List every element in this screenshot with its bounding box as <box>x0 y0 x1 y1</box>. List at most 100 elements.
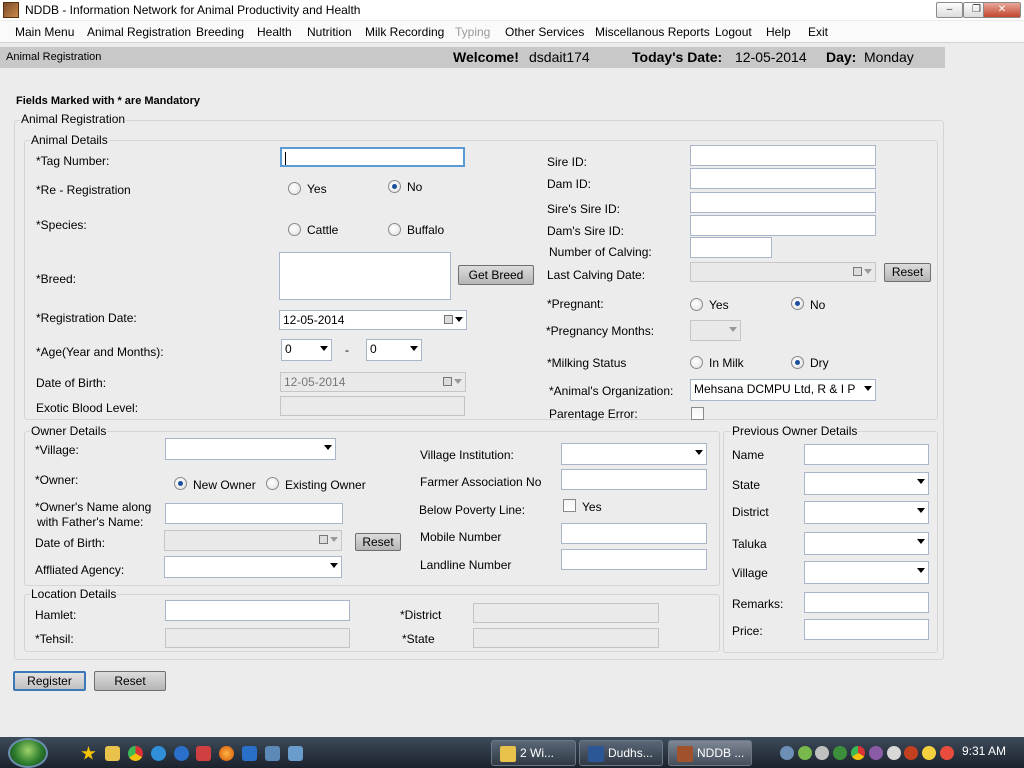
owner-details-title: Owner Details <box>30 424 108 438</box>
menu-exit[interactable]: Exit <box>808 25 828 39</box>
age-months-select[interactable]: 0 <box>366 339 422 361</box>
chrome-icon[interactable] <box>128 746 143 761</box>
internet-explorer-icon[interactable] <box>151 746 166 761</box>
date-of-birth-value: 12-05-2014 <box>284 375 346 389</box>
district-input[interactable] <box>473 603 659 623</box>
village-select[interactable] <box>165 438 336 460</box>
number-of-calving-input[interactable] <box>690 237 772 258</box>
last-calving-date-picker[interactable] <box>690 262 876 282</box>
tray-users-icon[interactable] <box>798 746 812 760</box>
tray-app-icon[interactable] <box>869 746 883 760</box>
menu-typing[interactable]: Typing <box>455 25 490 39</box>
pregnancy-months-select[interactable] <box>690 320 741 341</box>
get-breed-button[interactable]: Get Breed <box>458 265 534 285</box>
minimize-icon[interactable]: – <box>936 2 963 18</box>
dam-id-input[interactable] <box>690 168 876 189</box>
prev-taluka-select[interactable] <box>804 532 929 555</box>
prev-name-input[interactable] <box>804 444 929 465</box>
sad-face-icon[interactable] <box>940 746 954 760</box>
menu-miscellanous-reports[interactable]: Miscellanous Reports <box>595 25 710 39</box>
village-institution-select[interactable] <box>561 443 707 465</box>
tray-alert-icon[interactable] <box>904 746 918 760</box>
menu-breeding[interactable]: Breeding <box>196 25 244 39</box>
dams-sire-id-input[interactable] <box>690 215 876 236</box>
prev-taluka-label: Taluka <box>732 537 767 551</box>
farmer-association-input[interactable] <box>561 469 707 490</box>
species-buffalo-radio[interactable] <box>388 223 401 236</box>
prev-state-select[interactable] <box>804 472 929 495</box>
tray-disk-icon[interactable] <box>815 746 829 760</box>
re-registration-yes-label: Yes <box>307 182 327 196</box>
owner-name-input[interactable] <box>165 503 343 524</box>
existing-owner-radio[interactable] <box>266 477 279 490</box>
prev-price-input[interactable] <box>804 619 929 640</box>
sires-sire-id-label: Sire's Sire ID: <box>547 202 620 216</box>
sires-sire-id-input[interactable] <box>690 192 876 213</box>
folder-icon[interactable] <box>105 746 120 761</box>
close-icon[interactable]: ✕ <box>983 2 1021 18</box>
re-registration-no-label: No <box>407 180 423 194</box>
animals-organization-value: Mehsana DCMPU Ltd, R & I P <box>694 382 856 396</box>
breadcrumb: Animal Registration <box>6 51 102 63</box>
sire-id-input[interactable] <box>690 145 876 166</box>
hamlet-input[interactable] <box>165 600 350 621</box>
registration-date-picker[interactable]: 12-05-2014 <box>279 310 467 330</box>
mobile-number-input[interactable] <box>561 523 707 544</box>
menu-help[interactable]: Help <box>766 25 791 39</box>
tehsil-input[interactable] <box>165 628 350 648</box>
prev-village-select[interactable] <box>804 561 929 584</box>
menu-main-menu[interactable]: Main Menu <box>15 25 74 39</box>
owner-name-label-2: with Father's Name: <box>37 515 144 529</box>
re-registration-no-radio[interactable] <box>388 180 401 193</box>
smiley-icon[interactable] <box>922 746 936 760</box>
taskbar-button-document[interactable]: Dudhs... <box>579 740 663 766</box>
tray-network-icon[interactable] <box>780 746 794 760</box>
pregnant-no-radio[interactable] <box>791 297 804 310</box>
prev-remarks-input[interactable] <box>804 592 929 613</box>
menu-milk-recording[interactable]: Milk Recording <box>365 25 444 39</box>
new-owner-radio[interactable] <box>174 477 187 490</box>
owner-dob-reset-button[interactable]: Reset <box>355 533 401 551</box>
internet-explorer-icon-2[interactable] <box>174 746 189 761</box>
register-button[interactable]: Register <box>13 671 86 691</box>
state-input[interactable] <box>473 628 659 648</box>
species-cattle-radio[interactable] <box>288 223 301 236</box>
tray-speaker-icon[interactable] <box>887 746 901 760</box>
network-icon[interactable] <box>288 746 303 761</box>
animals-organization-select[interactable]: Mehsana DCMPU Ltd, R & I P <box>690 379 876 401</box>
pregnancy-months-label: *Pregnancy Months: <box>546 324 655 338</box>
below-poverty-line-checkbox[interactable] <box>563 499 576 512</box>
milking-dry-radio[interactable] <box>791 356 804 369</box>
age-years-select[interactable]: 0 <box>281 339 332 361</box>
tray-chrome-icon[interactable] <box>851 746 865 760</box>
landline-number-input[interactable] <box>561 549 707 570</box>
parentage-error-checkbox[interactable] <box>691 407 704 420</box>
taskbar-button-nddb[interactable]: NDDB ... <box>668 740 752 766</box>
reset-button[interactable]: Reset <box>94 671 166 691</box>
desktop-icon[interactable] <box>265 746 280 761</box>
start-button-icon[interactable] <box>8 738 48 768</box>
menu-nutrition[interactable]: Nutrition <box>307 25 352 39</box>
breed-textarea[interactable] <box>279 252 451 300</box>
menu-logout[interactable]: Logout <box>715 25 752 39</box>
milking-in-milk-radio[interactable] <box>690 356 703 369</box>
media-icon[interactable] <box>196 746 211 761</box>
chevron-down-icon <box>695 450 703 455</box>
menu-animal-registration[interactable]: Animal Registration <box>87 25 191 39</box>
menu-health[interactable]: Health <box>257 25 292 39</box>
pregnant-yes-radio[interactable] <box>690 298 703 311</box>
owner-dob-picker[interactable] <box>164 530 342 551</box>
tag-number-input[interactable] <box>280 147 465 167</box>
exotic-blood-input[interactable] <box>280 396 465 416</box>
last-calving-reset-button[interactable]: Reset <box>884 263 931 282</box>
menu-other-services[interactable]: Other Services <box>505 25 584 39</box>
re-registration-yes-radio[interactable] <box>288 182 301 195</box>
media-player-icon[interactable] <box>242 746 257 761</box>
tray-refresh-icon[interactable] <box>833 746 847 760</box>
date-of-birth-picker[interactable]: 12-05-2014 <box>280 372 466 392</box>
prev-district-select[interactable] <box>804 501 929 524</box>
affiliated-agency-select[interactable] <box>164 556 342 578</box>
star-icon[interactable] <box>81 746 96 760</box>
taskbar-button-explorer[interactable]: 2 Wi... <box>491 740 576 766</box>
firefox-icon[interactable] <box>219 746 234 761</box>
